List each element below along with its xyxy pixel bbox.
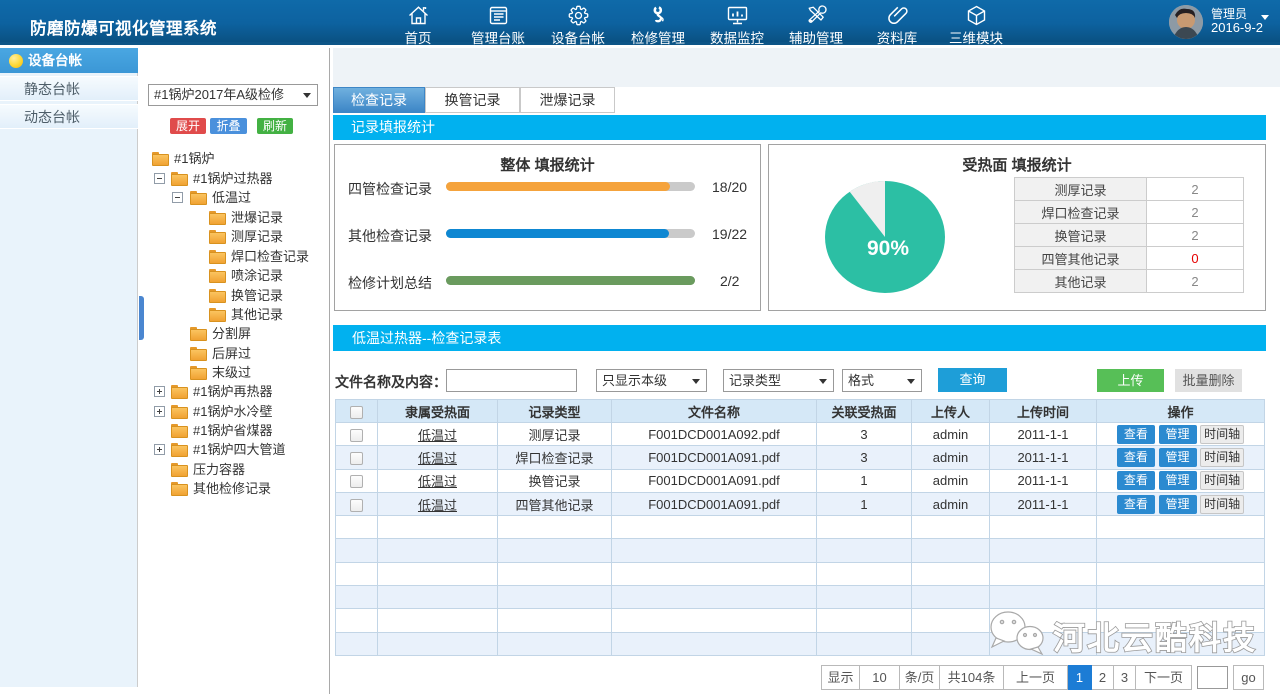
svg-text:90%: 90% (867, 237, 909, 260)
svg-text:河北云酷科技: 河北云酷科技 (1053, 620, 1257, 656)
